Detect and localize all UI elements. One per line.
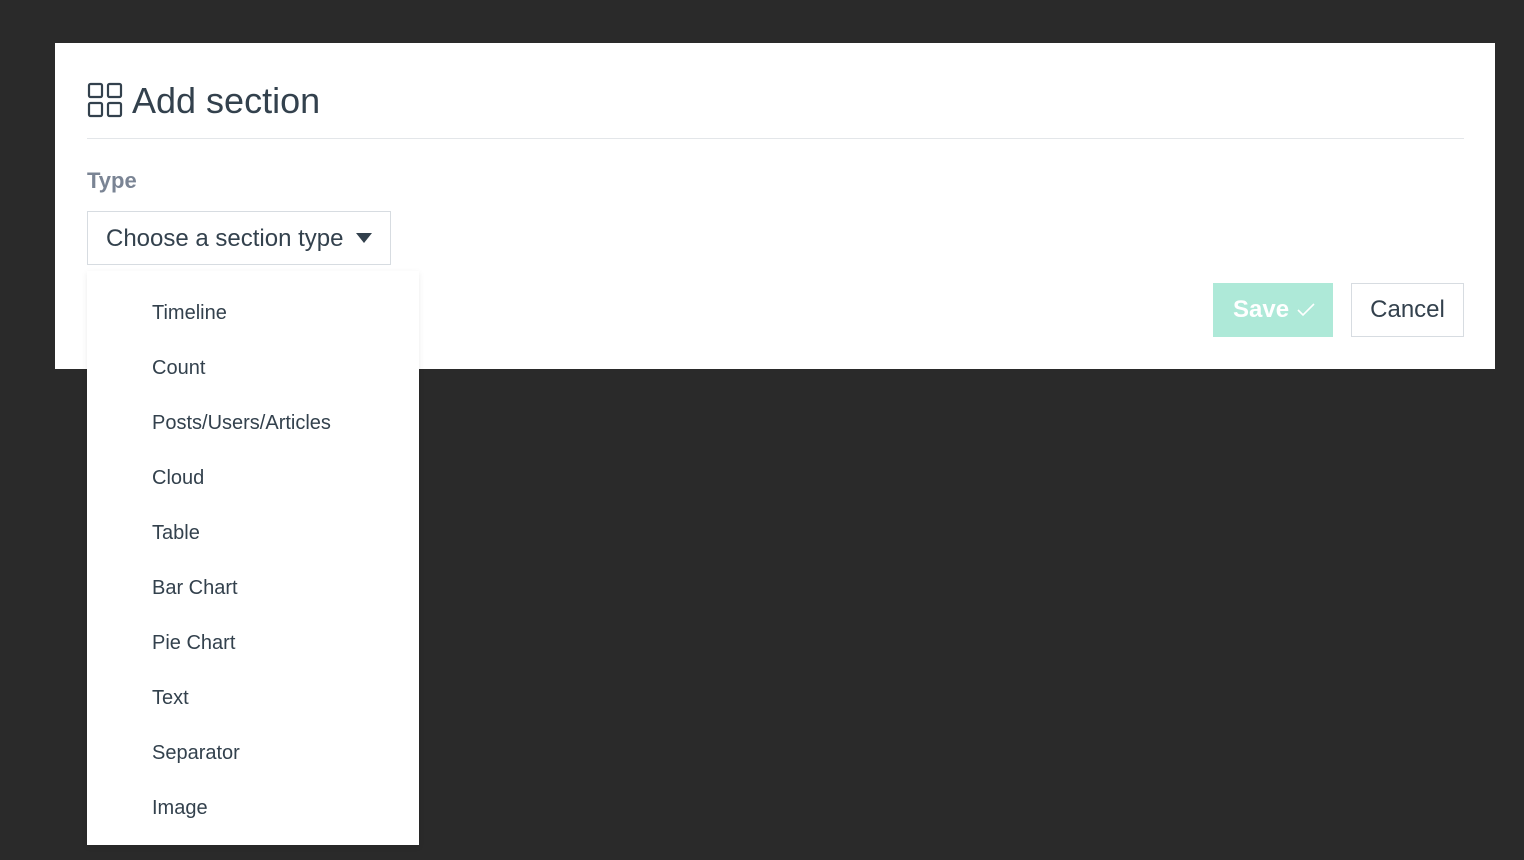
grid-icon — [87, 82, 123, 118]
section-type-select-value: Choose a section type — [106, 225, 344, 252]
section-type-select[interactable]: Choose a section type — [87, 211, 391, 265]
modal-title: Add section — [132, 80, 321, 121]
dropdown-option-text[interactable]: Text — [87, 671, 419, 726]
dropdown-option-separator[interactable]: Separator — [87, 726, 419, 781]
type-label: Type — [87, 168, 137, 193]
dropdown-option-timeline[interactable]: Timeline — [87, 286, 419, 341]
save-button-label: Save — [1233, 296, 1290, 323]
dropdown-option-posts-users-articles[interactable]: Posts/Users/Articles — [87, 396, 419, 451]
dropdown-option-cloud[interactable]: Cloud — [87, 451, 419, 506]
cancel-button[interactable]: Cancel — [1351, 283, 1464, 337]
dropdown-option-pie-chart[interactable]: Pie Chart — [87, 616, 419, 671]
dropdown-option-image[interactable]: Image — [87, 781, 419, 836]
modal-header: Add section — [87, 43, 1464, 139]
caret-down-icon — [356, 233, 372, 243]
dropdown-option-count[interactable]: Count — [87, 341, 419, 396]
section-type-dropdown: Timeline Count Posts/Users/Articles Clou… — [87, 271, 419, 845]
dropdown-option-bar-chart[interactable]: Bar Chart — [87, 561, 419, 616]
save-button[interactable]: Save — [1213, 283, 1333, 337]
check-icon — [1297, 303, 1315, 317]
dropdown-option-table[interactable]: Table — [87, 506, 419, 561]
